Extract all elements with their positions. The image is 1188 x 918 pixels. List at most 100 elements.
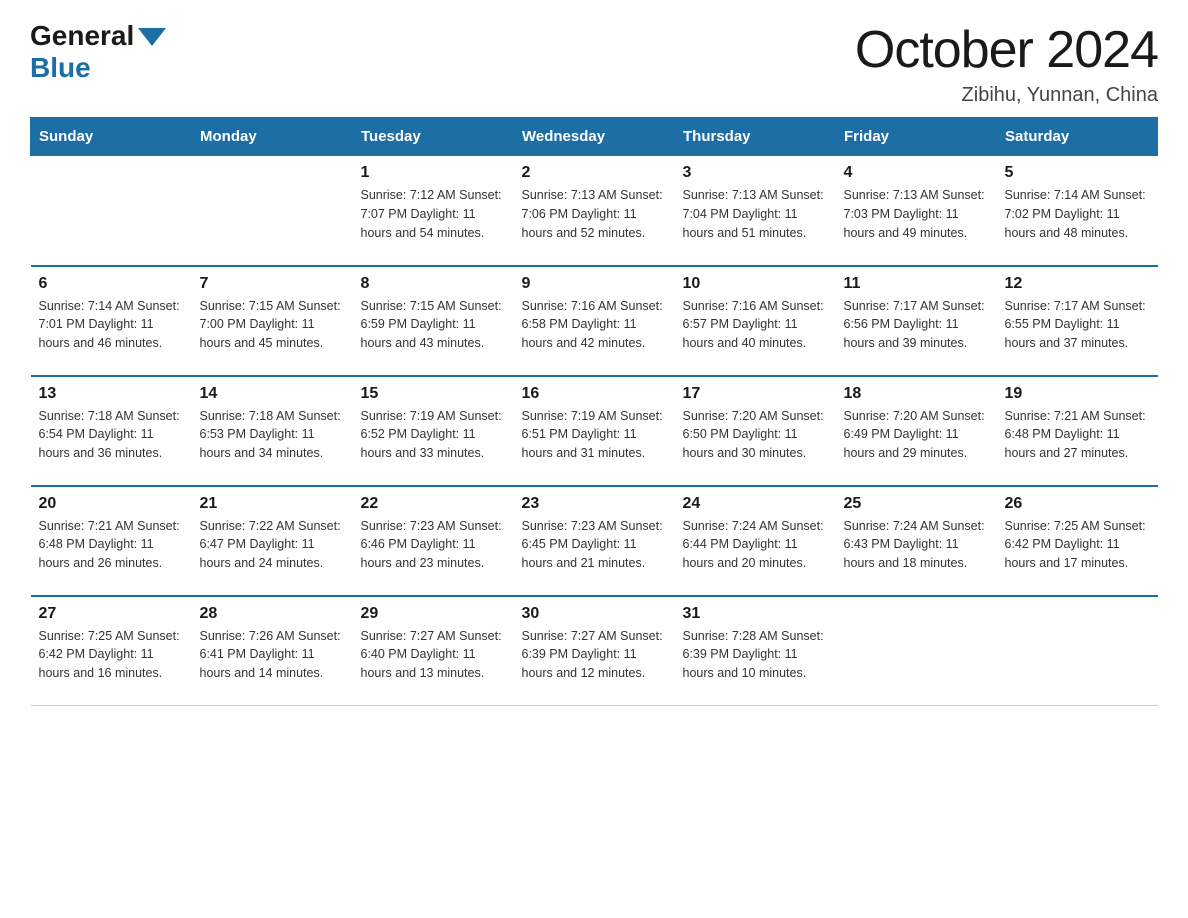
day-number: 26 xyxy=(1005,495,1150,513)
calendar-cell: 10 Sunrise: 7:16 AM Sunset: 6:57 PM Dayli… xyxy=(675,266,836,376)
calendar-cell xyxy=(997,596,1158,706)
day-number: 30 xyxy=(522,605,667,623)
day-number: 24 xyxy=(683,495,828,513)
day-info: Sunrise: 7:27 AM Sunset: 6:40 PM Dayligh… xyxy=(361,627,506,683)
day-info: Sunrise: 7:13 AM Sunset: 7:03 PM Dayligh… xyxy=(844,186,989,242)
day-info: Sunrise: 7:25 AM Sunset: 6:42 PM Dayligh… xyxy=(1005,517,1150,573)
calendar-cell: 17 Sunrise: 7:20 AM Sunset: 6:50 PM Dayli… xyxy=(675,376,836,486)
day-number: 1 xyxy=(361,164,506,182)
day-number: 17 xyxy=(683,385,828,403)
calendar-cell: 9Sunrise: 7:16 AM Sunset: 6:58 PM Daylig… xyxy=(514,266,675,376)
calendar-cell: 19 Sunrise: 7:21 AM Sunset: 6:48 PM Dayli… xyxy=(997,376,1158,486)
day-number: 27 xyxy=(39,605,184,623)
calendar-table: SundayMondayTuesdayWednesdayThursdayFrid… xyxy=(30,117,1158,706)
calendar-cell: 31Sunrise: 7:28 AM Sunset: 6:39 PM Dayli… xyxy=(675,596,836,706)
calendar-cell xyxy=(836,596,997,706)
calendar-cell: 3 Sunrise: 7:13 AM Sunset: 7:04 PM Daylig… xyxy=(675,156,836,266)
day-info: Sunrise: 7:24 AM Sunset: 6:43 PM Dayligh… xyxy=(844,517,989,573)
day-info: Sunrise: 7:19 AM Sunset: 6:51 PM Dayligh… xyxy=(522,407,667,463)
day-number: 19 xyxy=(1005,385,1150,403)
day-info: Sunrise: 7:17 AM Sunset: 6:55 PM Dayligh… xyxy=(1005,297,1150,353)
calendar-week-row: 13 Sunrise: 7:18 AM Sunset: 6:54 PM Dayli… xyxy=(31,376,1158,486)
calendar-cell: 6 Sunrise: 7:14 AM Sunset: 7:01 PM Daylig… xyxy=(31,266,192,376)
calendar-cell xyxy=(192,156,353,266)
day-info: Sunrise: 7:23 AM Sunset: 6:46 PM Dayligh… xyxy=(361,517,506,573)
calendar-cell: 14Sunrise: 7:18 AM Sunset: 6:53 PM Dayli… xyxy=(192,376,353,486)
day-info: Sunrise: 7:21 AM Sunset: 6:48 PM Dayligh… xyxy=(1005,407,1150,463)
calendar-cell: 30 Sunrise: 7:27 AM Sunset: 6:39 PM Dayli… xyxy=(514,596,675,706)
day-info: Sunrise: 7:18 AM Sunset: 6:54 PM Dayligh… xyxy=(39,407,184,463)
logo-general: General xyxy=(30,20,166,52)
day-number: 6 xyxy=(39,275,184,293)
day-number: 29 xyxy=(361,605,506,623)
day-number: 5 xyxy=(1005,164,1150,182)
calendar-cell: 16Sunrise: 7:19 AM Sunset: 6:51 PM Dayli… xyxy=(514,376,675,486)
page-header: General Blue October 2024 Zibihu, Yunnan… xyxy=(30,20,1158,107)
day-number: 21 xyxy=(200,495,345,513)
calendar-cell: 2 Sunrise: 7:13 AM Sunset: 7:06 PM Daylig… xyxy=(514,156,675,266)
calendar-cell: 23 Sunrise: 7:23 AM Sunset: 6:45 PM Dayli… xyxy=(514,486,675,596)
day-number: 25 xyxy=(844,495,989,513)
calendar-week-row: 6 Sunrise: 7:14 AM Sunset: 7:01 PM Daylig… xyxy=(31,266,1158,376)
day-number: 2 xyxy=(522,164,667,182)
day-number: 11 xyxy=(844,275,989,293)
day-number: 4 xyxy=(844,164,989,182)
calendar-week-row: 20Sunrise: 7:21 AM Sunset: 6:48 PM Dayli… xyxy=(31,486,1158,596)
calendar-cell: 21 Sunrise: 7:22 AM Sunset: 6:47 PM Dayli… xyxy=(192,486,353,596)
day-number: 3 xyxy=(683,164,828,182)
day-number: 23 xyxy=(522,495,667,513)
calendar-cell: 28 Sunrise: 7:26 AM Sunset: 6:41 PM Dayli… xyxy=(192,596,353,706)
calendar-cell: 27 Sunrise: 7:25 AM Sunset: 6:42 PM Dayli… xyxy=(31,596,192,706)
day-number: 12 xyxy=(1005,275,1150,293)
calendar-cell xyxy=(31,156,192,266)
title-section: October 2024 Zibihu, Yunnan, China xyxy=(855,20,1158,107)
day-number: 13 xyxy=(39,385,184,403)
day-info: Sunrise: 7:13 AM Sunset: 7:06 PM Dayligh… xyxy=(522,186,667,242)
day-info: Sunrise: 7:20 AM Sunset: 6:50 PM Dayligh… xyxy=(683,407,828,463)
calendar-header-tuesday: Tuesday xyxy=(353,118,514,156)
day-info: Sunrise: 7:13 AM Sunset: 7:04 PM Dayligh… xyxy=(683,186,828,242)
calendar-cell: 1 Sunrise: 7:12 AM Sunset: 7:07 PM Daylig… xyxy=(353,156,514,266)
day-info: Sunrise: 7:12 AM Sunset: 7:07 PM Dayligh… xyxy=(361,186,506,242)
calendar-cell: 25 Sunrise: 7:24 AM Sunset: 6:43 PM Dayli… xyxy=(836,486,997,596)
day-info: Sunrise: 7:23 AM Sunset: 6:45 PM Dayligh… xyxy=(522,517,667,573)
calendar-week-row: 27 Sunrise: 7:25 AM Sunset: 6:42 PM Dayli… xyxy=(31,596,1158,706)
calendar-cell: 18Sunrise: 7:20 AM Sunset: 6:49 PM Dayli… xyxy=(836,376,997,486)
day-number: 15 xyxy=(361,385,506,403)
logo-arrow-icon xyxy=(138,28,166,46)
day-number: 8 xyxy=(361,275,506,293)
day-info: Sunrise: 7:16 AM Sunset: 6:57 PM Dayligh… xyxy=(683,297,828,353)
calendar-header-sunday: Sunday xyxy=(31,118,192,156)
calendar-cell: 11Sunrise: 7:17 AM Sunset: 6:56 PM Dayli… xyxy=(836,266,997,376)
logo-blue-text: Blue xyxy=(30,52,91,84)
location: Zibihu, Yunnan, China xyxy=(855,84,1158,107)
calendar-cell: 13 Sunrise: 7:18 AM Sunset: 6:54 PM Dayli… xyxy=(31,376,192,486)
calendar-header-saturday: Saturday xyxy=(997,118,1158,156)
day-info: Sunrise: 7:20 AM Sunset: 6:49 PM Dayligh… xyxy=(844,407,989,463)
calendar-cell: 20Sunrise: 7:21 AM Sunset: 6:48 PM Dayli… xyxy=(31,486,192,596)
calendar-header-row: SundayMondayTuesdayWednesdayThursdayFrid… xyxy=(31,118,1158,156)
calendar-cell: 4 Sunrise: 7:13 AM Sunset: 7:03 PM Daylig… xyxy=(836,156,997,266)
day-info: Sunrise: 7:26 AM Sunset: 6:41 PM Dayligh… xyxy=(200,627,345,683)
day-info: Sunrise: 7:24 AM Sunset: 6:44 PM Dayligh… xyxy=(683,517,828,573)
calendar-cell: 26 Sunrise: 7:25 AM Sunset: 6:42 PM Dayli… xyxy=(997,486,1158,596)
day-info: Sunrise: 7:14 AM Sunset: 7:01 PM Dayligh… xyxy=(39,297,184,353)
day-info: Sunrise: 7:15 AM Sunset: 6:59 PM Dayligh… xyxy=(361,297,506,353)
logo-general-text: General xyxy=(30,20,134,52)
day-number: 10 xyxy=(683,275,828,293)
calendar-cell: 29 Sunrise: 7:27 AM Sunset: 6:40 PM Dayli… xyxy=(353,596,514,706)
day-info: Sunrise: 7:27 AM Sunset: 6:39 PM Dayligh… xyxy=(522,627,667,683)
logo: General Blue xyxy=(30,20,166,84)
calendar-header-monday: Monday xyxy=(192,118,353,156)
calendar-cell: 8 Sunrise: 7:15 AM Sunset: 6:59 PM Daylig… xyxy=(353,266,514,376)
calendar-header-thursday: Thursday xyxy=(675,118,836,156)
day-info: Sunrise: 7:22 AM Sunset: 6:47 PM Dayligh… xyxy=(200,517,345,573)
calendar-cell: 5Sunrise: 7:14 AM Sunset: 7:02 PM Daylig… xyxy=(997,156,1158,266)
calendar-cell: 24 Sunrise: 7:24 AM Sunset: 6:44 PM Dayli… xyxy=(675,486,836,596)
day-info: Sunrise: 7:25 AM Sunset: 6:42 PM Dayligh… xyxy=(39,627,184,683)
day-info: Sunrise: 7:21 AM Sunset: 6:48 PM Dayligh… xyxy=(39,517,184,573)
day-number: 9 xyxy=(522,275,667,293)
day-number: 14 xyxy=(200,385,345,403)
month-title: October 2024 xyxy=(855,20,1158,80)
day-number: 28 xyxy=(200,605,345,623)
